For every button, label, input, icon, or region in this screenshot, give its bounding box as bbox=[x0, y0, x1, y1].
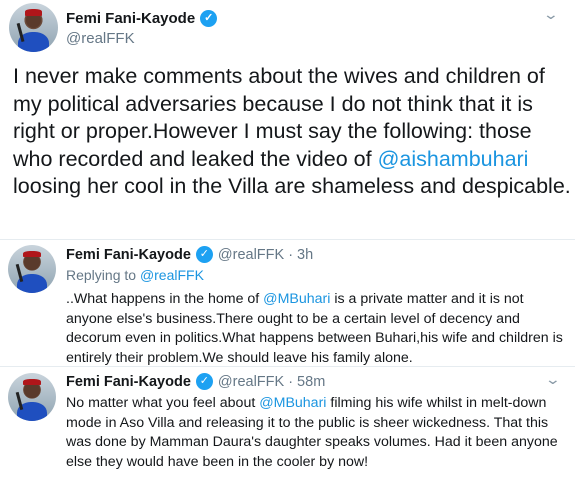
verified-badge-icon: ✓ bbox=[195, 373, 213, 390]
reply-header: Femi Fani-Kayode ✓ @realFFK · 58m bbox=[66, 373, 325, 390]
reply-header: Femi Fani-Kayode ✓ @realFFK · 3h bbox=[66, 246, 313, 263]
mention-link[interactable]: @MBuhari bbox=[263, 291, 330, 307]
author-name[interactable]: Femi Fani-Kayode bbox=[66, 247, 191, 263]
chevron-down-icon[interactable]: ⌄ bbox=[543, 6, 559, 23]
author-handle[interactable]: @realFFK bbox=[66, 30, 135, 47]
avatar[interactable] bbox=[8, 245, 56, 293]
verified-badge-icon: ✓ bbox=[195, 246, 213, 263]
author-name[interactable]: Femi Fani-Kayode bbox=[66, 10, 195, 27]
reply-tweet[interactable]: Femi Fani-Kayode ✓ @realFFK · 3h Replyin… bbox=[0, 240, 575, 366]
mention-link[interactable]: @aishambuhari bbox=[378, 147, 529, 171]
reply-text: ..What happens in the home of @MBuhari i… bbox=[66, 291, 563, 366]
mention-link[interactable]: @realFFK bbox=[140, 267, 204, 283]
reply-text: No matter what you feel about @MBuhari f… bbox=[66, 395, 558, 470]
main-tweet-text: I never make comments about the wives an… bbox=[13, 64, 571, 198]
author-name[interactable]: Femi Fani-Kayode bbox=[66, 374, 191, 390]
avatar[interactable] bbox=[9, 3, 58, 52]
mention-link[interactable]: @MBuhari bbox=[259, 395, 326, 411]
main-tweet-author[interactable]: Femi Fani-Kayode ✓ bbox=[66, 10, 218, 27]
handle-time[interactable]: @realFFK · 58m bbox=[218, 374, 325, 390]
main-tweet: Femi Fani-Kayode ✓ @realFFK ⌄ I never ma… bbox=[0, 0, 575, 240]
reply-tweet[interactable]: Femi Fani-Kayode ✓ @realFFK · 58m ⌄ No m… bbox=[0, 367, 575, 478]
verified-badge-icon: ✓ bbox=[200, 10, 218, 27]
chevron-down-icon[interactable]: ⌄ bbox=[545, 371, 561, 388]
handle-time[interactable]: @realFFK · 3h bbox=[218, 247, 313, 263]
avatar[interactable] bbox=[8, 373, 56, 421]
replying-to: Replying to @realFFK bbox=[66, 267, 204, 283]
